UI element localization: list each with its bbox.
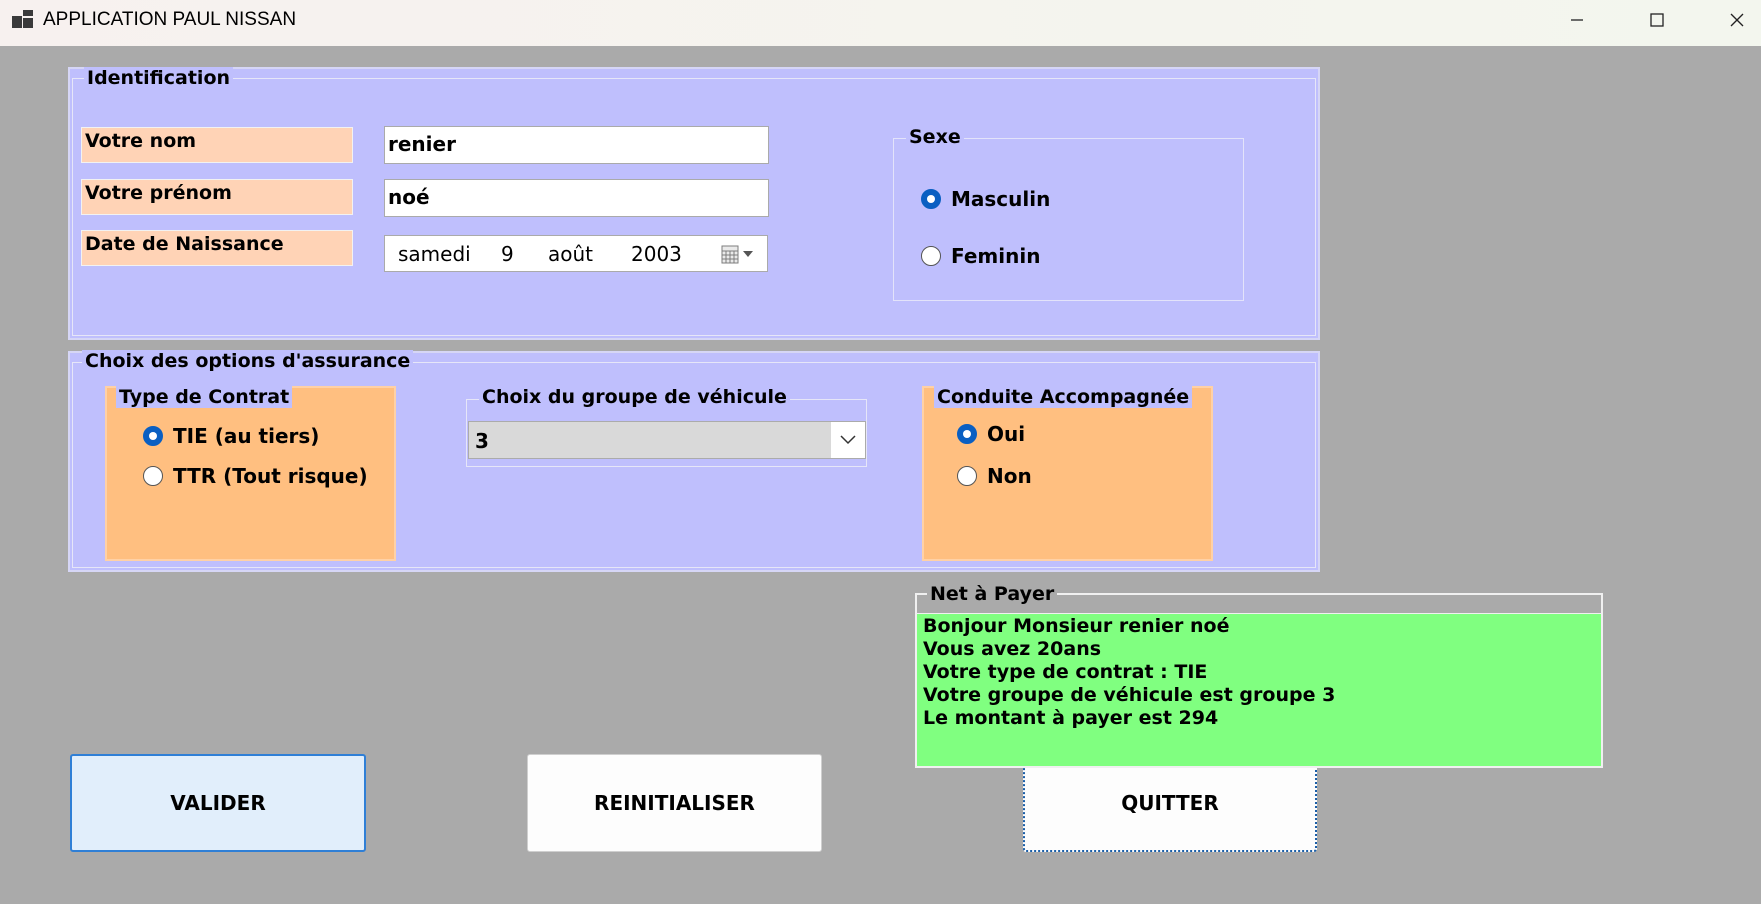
window-title: APPLICATION PAUL NISSAN	[43, 9, 297, 30]
close-icon	[1730, 13, 1744, 27]
radio-button-on	[957, 424, 977, 444]
result-line: Votre type de contrat : TIE	[923, 661, 1208, 683]
sexe-radio-feminin[interactable]: Feminin	[921, 244, 1040, 268]
groupe-dropdown-button[interactable]	[831, 422, 865, 458]
naissance-label: Date de Naissance	[81, 230, 353, 266]
valider-button[interactable]: VALIDER	[70, 754, 366, 852]
ttr-label: TTR (Tout risque)	[173, 464, 368, 488]
reinitialiser-button[interactable]: REINITIALISER	[527, 754, 822, 852]
close-button[interactable]	[1697, 0, 1761, 40]
conduite-radio-oui[interactable]: Oui	[957, 422, 1025, 446]
radio-button-off	[143, 466, 163, 486]
identification-group: Identification Votre nom renier Votre pr…	[68, 67, 1320, 340]
minimize-button[interactable]	[1537, 0, 1617, 40]
feminin-label: Feminin	[951, 244, 1041, 268]
date-day-name: samedi	[398, 242, 471, 266]
radio-button-on	[921, 189, 941, 209]
result-line: Le montant à payer est 294	[923, 707, 1219, 729]
groupe-title: Choix du groupe de véhicule	[479, 386, 790, 408]
radio-button-off	[921, 246, 941, 266]
conduite-title: Conduite Accompagnée	[934, 386, 1193, 408]
contrat-radio-ttr[interactable]: TTR (Tout risque)	[143, 464, 368, 488]
date-picker[interactable]: samedi 9 août 2003	[384, 235, 768, 272]
sexe-group	[893, 138, 1244, 301]
quitter-button[interactable]: QUITTER	[1023, 754, 1317, 852]
prenom-label: Votre prénom	[81, 179, 353, 215]
result-text: Bonjour Monsieur renier noé Vous avez 20…	[917, 613, 1601, 766]
options-title: Choix des options d'assurance	[82, 350, 414, 372]
nom-input[interactable]: renier	[384, 126, 769, 164]
non-label: Non	[987, 464, 1032, 488]
result-line: Votre groupe de véhicule est groupe 3	[923, 684, 1336, 706]
prenom-input[interactable]: noé	[384, 179, 769, 217]
options-group: Choix des options d'assurance Type de Co…	[68, 350, 1320, 572]
result-line: Bonjour Monsieur renier noé	[923, 615, 1230, 637]
conduite-radio-non[interactable]: Non	[957, 464, 1032, 488]
date-year: 2003	[631, 242, 682, 266]
groupe-selected-value: 3	[475, 429, 489, 453]
nom-label: Votre nom	[81, 127, 353, 163]
oui-label: Oui	[987, 422, 1026, 446]
tie-label: TIE (au tiers)	[173, 424, 320, 448]
title-bar: APPLICATION PAUL NISSAN	[0, 0, 1761, 46]
net-title: Net à Payer	[927, 583, 1058, 605]
date-day: 9	[501, 242, 514, 266]
identification-title: Identification	[84, 67, 234, 89]
chevron-down-icon	[840, 435, 856, 445]
date-month: août	[548, 242, 594, 266]
maximize-button[interactable]	[1617, 0, 1697, 40]
masculin-label: Masculin	[951, 187, 1051, 211]
calendar-dropdown-icon[interactable]	[721, 245, 759, 265]
radio-button-on	[143, 426, 163, 446]
net-group: Net à Payer Bonjour Monsieur renier noé …	[915, 583, 1603, 768]
contrat-radio-tie[interactable]: TIE (au tiers)	[143, 424, 319, 448]
groupe-select[interactable]: 3	[468, 421, 866, 459]
app-icon	[12, 10, 34, 30]
sexe-title: Sexe	[906, 126, 964, 148]
result-line: Vous avez 20ans	[923, 638, 1102, 660]
sexe-radio-masculin[interactable]: Masculin	[921, 187, 1050, 211]
minimize-icon	[1571, 19, 1583, 21]
radio-button-off	[957, 466, 977, 486]
contrat-title: Type de Contrat	[116, 386, 293, 408]
maximize-icon	[1650, 13, 1664, 27]
